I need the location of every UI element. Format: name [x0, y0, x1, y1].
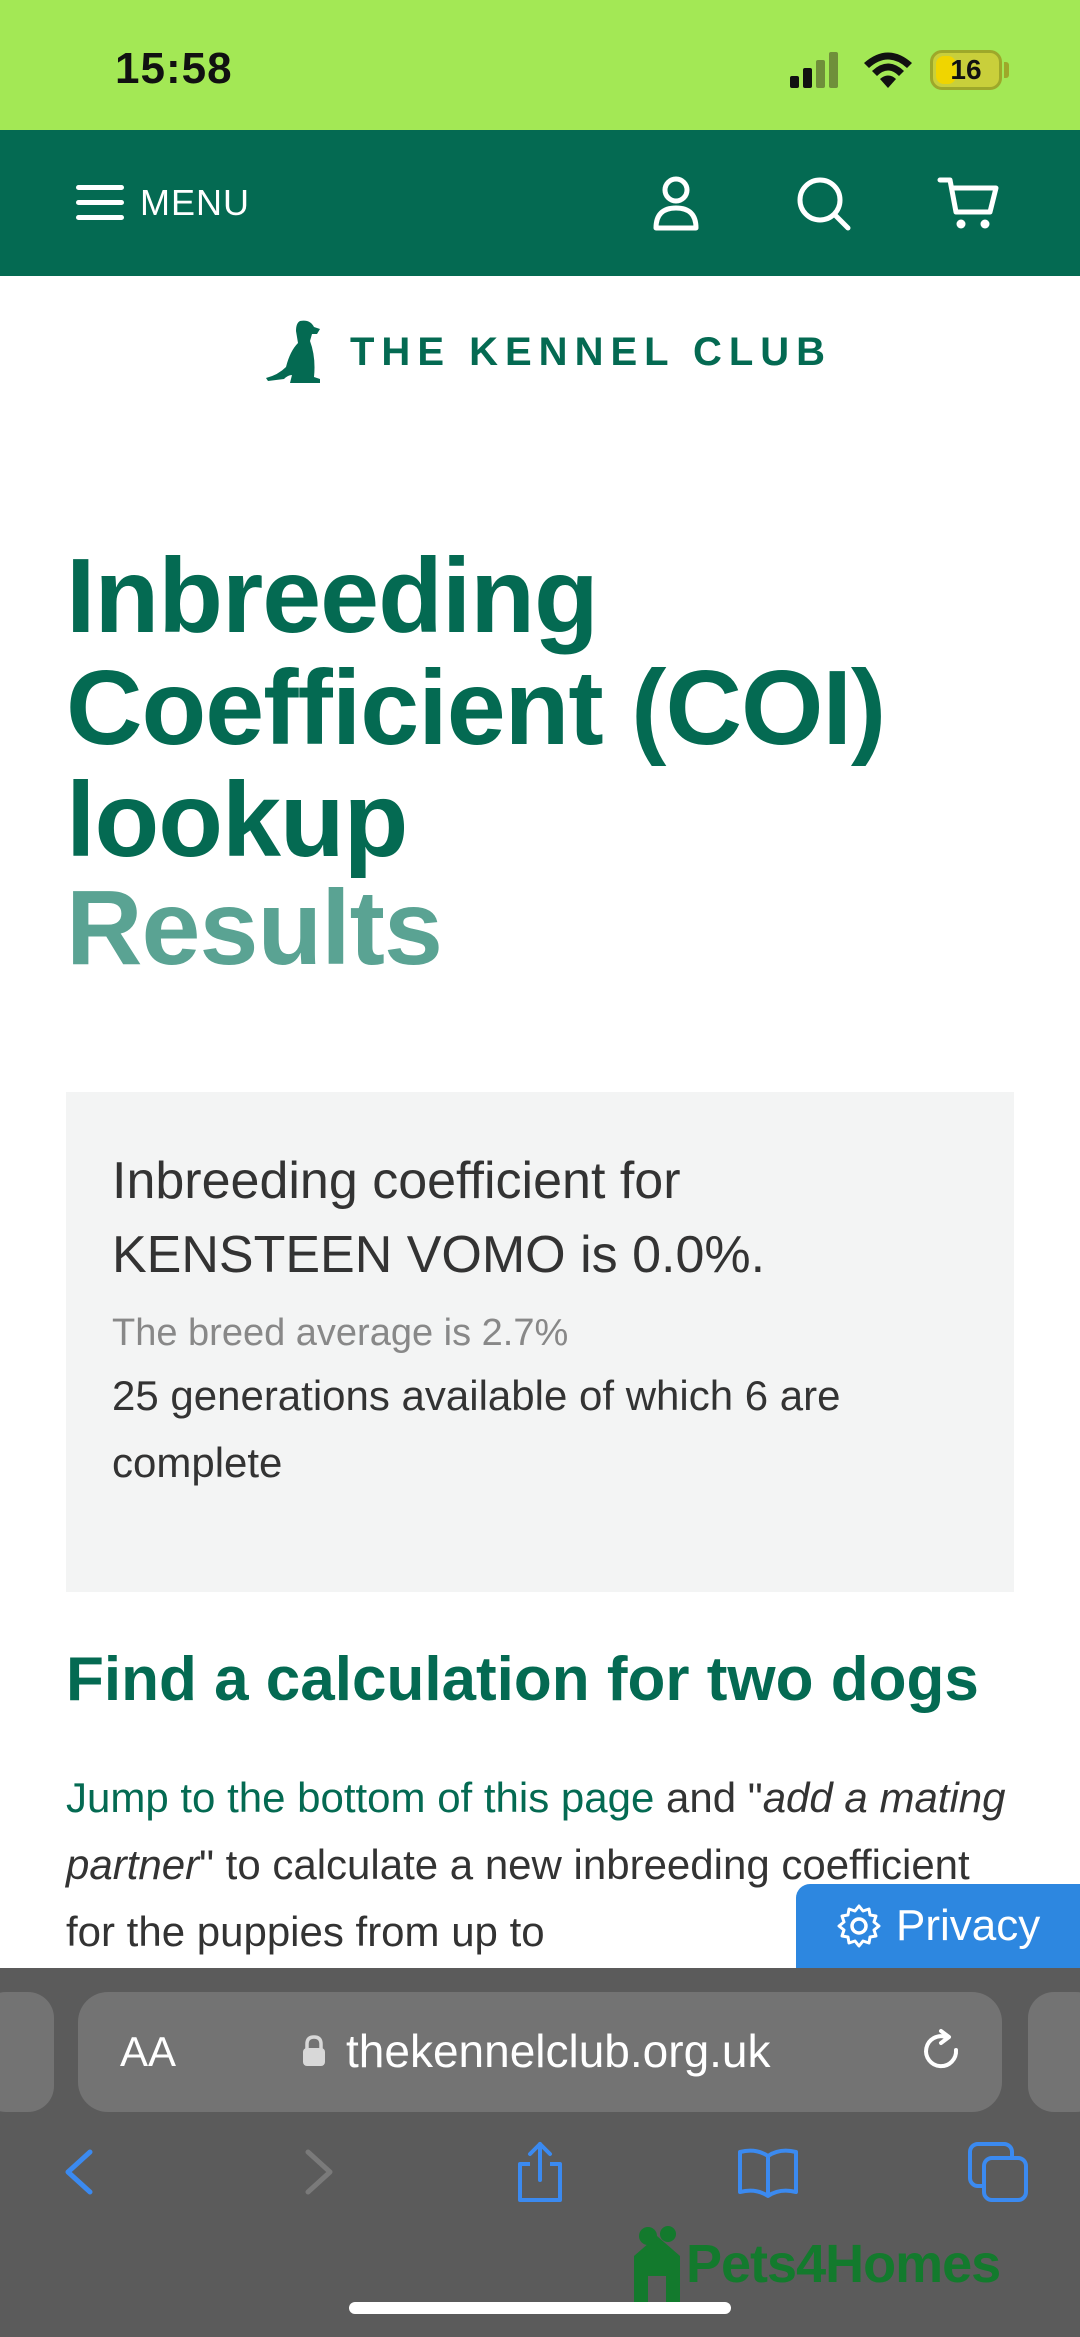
home-indicator[interactable] [349, 2302, 731, 2314]
status-time: 15:58 [115, 44, 233, 93]
result-coefficient: Inbreeding coefficient for KENSTEEN VOMO… [112, 1152, 766, 1284]
pets4homes-watermark: Pets4Homes [628, 2226, 1001, 2302]
cellular-signal-icon [790, 52, 842, 88]
bookmarks-icon[interactable] [736, 2140, 800, 2204]
gear-icon [837, 1904, 881, 1948]
address-bar[interactable]: AA thekennelclub.org.uk [78, 1992, 1002, 2112]
battery-level: 16 [950, 54, 982, 85]
dog-logo-icon [266, 320, 320, 383]
page-subtitle: Results [66, 869, 443, 987]
jump-to-bottom-link[interactable]: Jump to the bottom of this page [66, 1774, 654, 1821]
reader-settings-button[interactable]: AA [120, 2028, 176, 2076]
kennel-club-logo[interactable]: THE KENNEL CLUB [260, 316, 832, 388]
privacy-label: Privacy [896, 1901, 1041, 1950]
hamburger-icon [76, 185, 124, 221]
user-icon[interactable] [643, 170, 709, 236]
site-header: MENU [0, 130, 1080, 276]
cart-icon[interactable] [936, 170, 1002, 236]
generations-info: 25 generations available of which 6 are … [112, 1372, 841, 1486]
tabs-icon[interactable] [966, 2140, 1030, 2204]
breed-average: The breed average is 2.7% [112, 1312, 569, 1354]
battery-icon: 16 [930, 50, 1002, 90]
reload-icon[interactable] [916, 2026, 968, 2078]
url-text: thekennelclub.org.uk [346, 2025, 771, 2077]
wifi-icon [864, 52, 912, 88]
back-icon[interactable] [50, 2140, 114, 2204]
forward-icon[interactable] [284, 2140, 348, 2204]
search-icon[interactable] [790, 170, 856, 236]
next-tab-preview[interactable] [1028, 1992, 1080, 2112]
paragraph-text-1: and " [654, 1774, 763, 1821]
browser-toolbar: AA thekennelclub.org.uk Pets4Homes [0, 1968, 1080, 2337]
privacy-button[interactable]: Privacy [796, 1884, 1080, 1968]
menu-button[interactable]: MENU [76, 176, 250, 230]
status-bar: 15:58 16 [0, 0, 1080, 130]
lock-icon [303, 2035, 325, 2066]
watermark-logo-icon [634, 2226, 680, 2302]
share-icon[interactable] [508, 2140, 572, 2204]
watermark-text: Pets4Homes [686, 2234, 1001, 2294]
previous-tab-preview[interactable] [0, 1992, 54, 2112]
section-heading: Find a calculation for two dogs [66, 1645, 979, 1714]
result-card: Inbreeding coefficient for KENSTEEN VOMO… [66, 1092, 1014, 1592]
page-title: Inbreeding Coefficient (COI) lookup [66, 537, 886, 879]
logo-text: THE KENNEL CLUB [350, 329, 833, 374]
menu-label: MENU [140, 182, 250, 223]
